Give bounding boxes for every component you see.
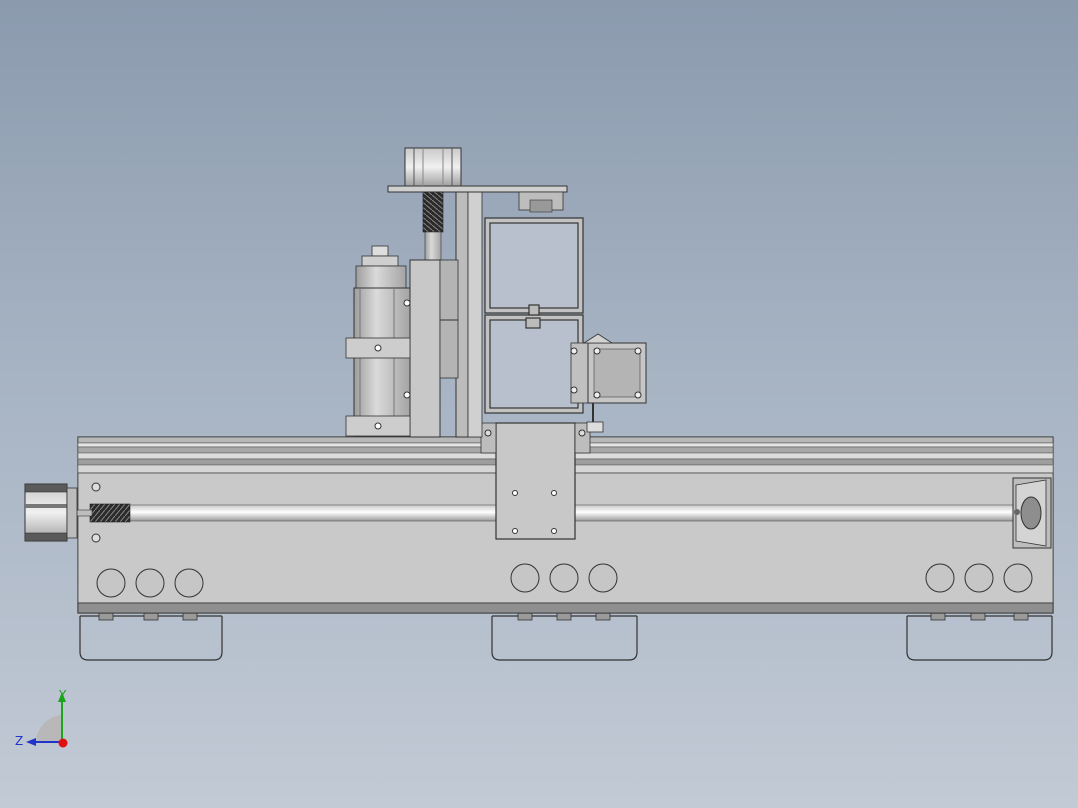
spindle-cylinder[interactable] — [345, 245, 411, 437]
triad-quarter-disc — [36, 715, 62, 742]
mounting-foot-left[interactable] — [79, 615, 223, 661]
screw-thread — [89, 503, 131, 523]
end-bearing-block[interactable] — [1012, 477, 1052, 549]
z-axis-label: Z — [15, 734, 23, 748]
mounting-foot-center[interactable] — [491, 615, 638, 661]
x-carriage-plate[interactable] — [480, 422, 591, 540]
mounting-foot-right[interactable] — [906, 615, 1053, 661]
graphics-viewport[interactable]: Y Z — [0, 0, 1078, 808]
z-frame[interactable] — [484, 217, 584, 414]
y-axis-label: Y — [58, 688, 67, 702]
y-axis-motor[interactable] — [570, 333, 647, 433]
x-axis-dot — [58, 738, 68, 748]
coordinate-triad: Y Z — [15, 688, 68, 748]
cad-model-view[interactable]: Y Z — [0, 0, 1078, 808]
